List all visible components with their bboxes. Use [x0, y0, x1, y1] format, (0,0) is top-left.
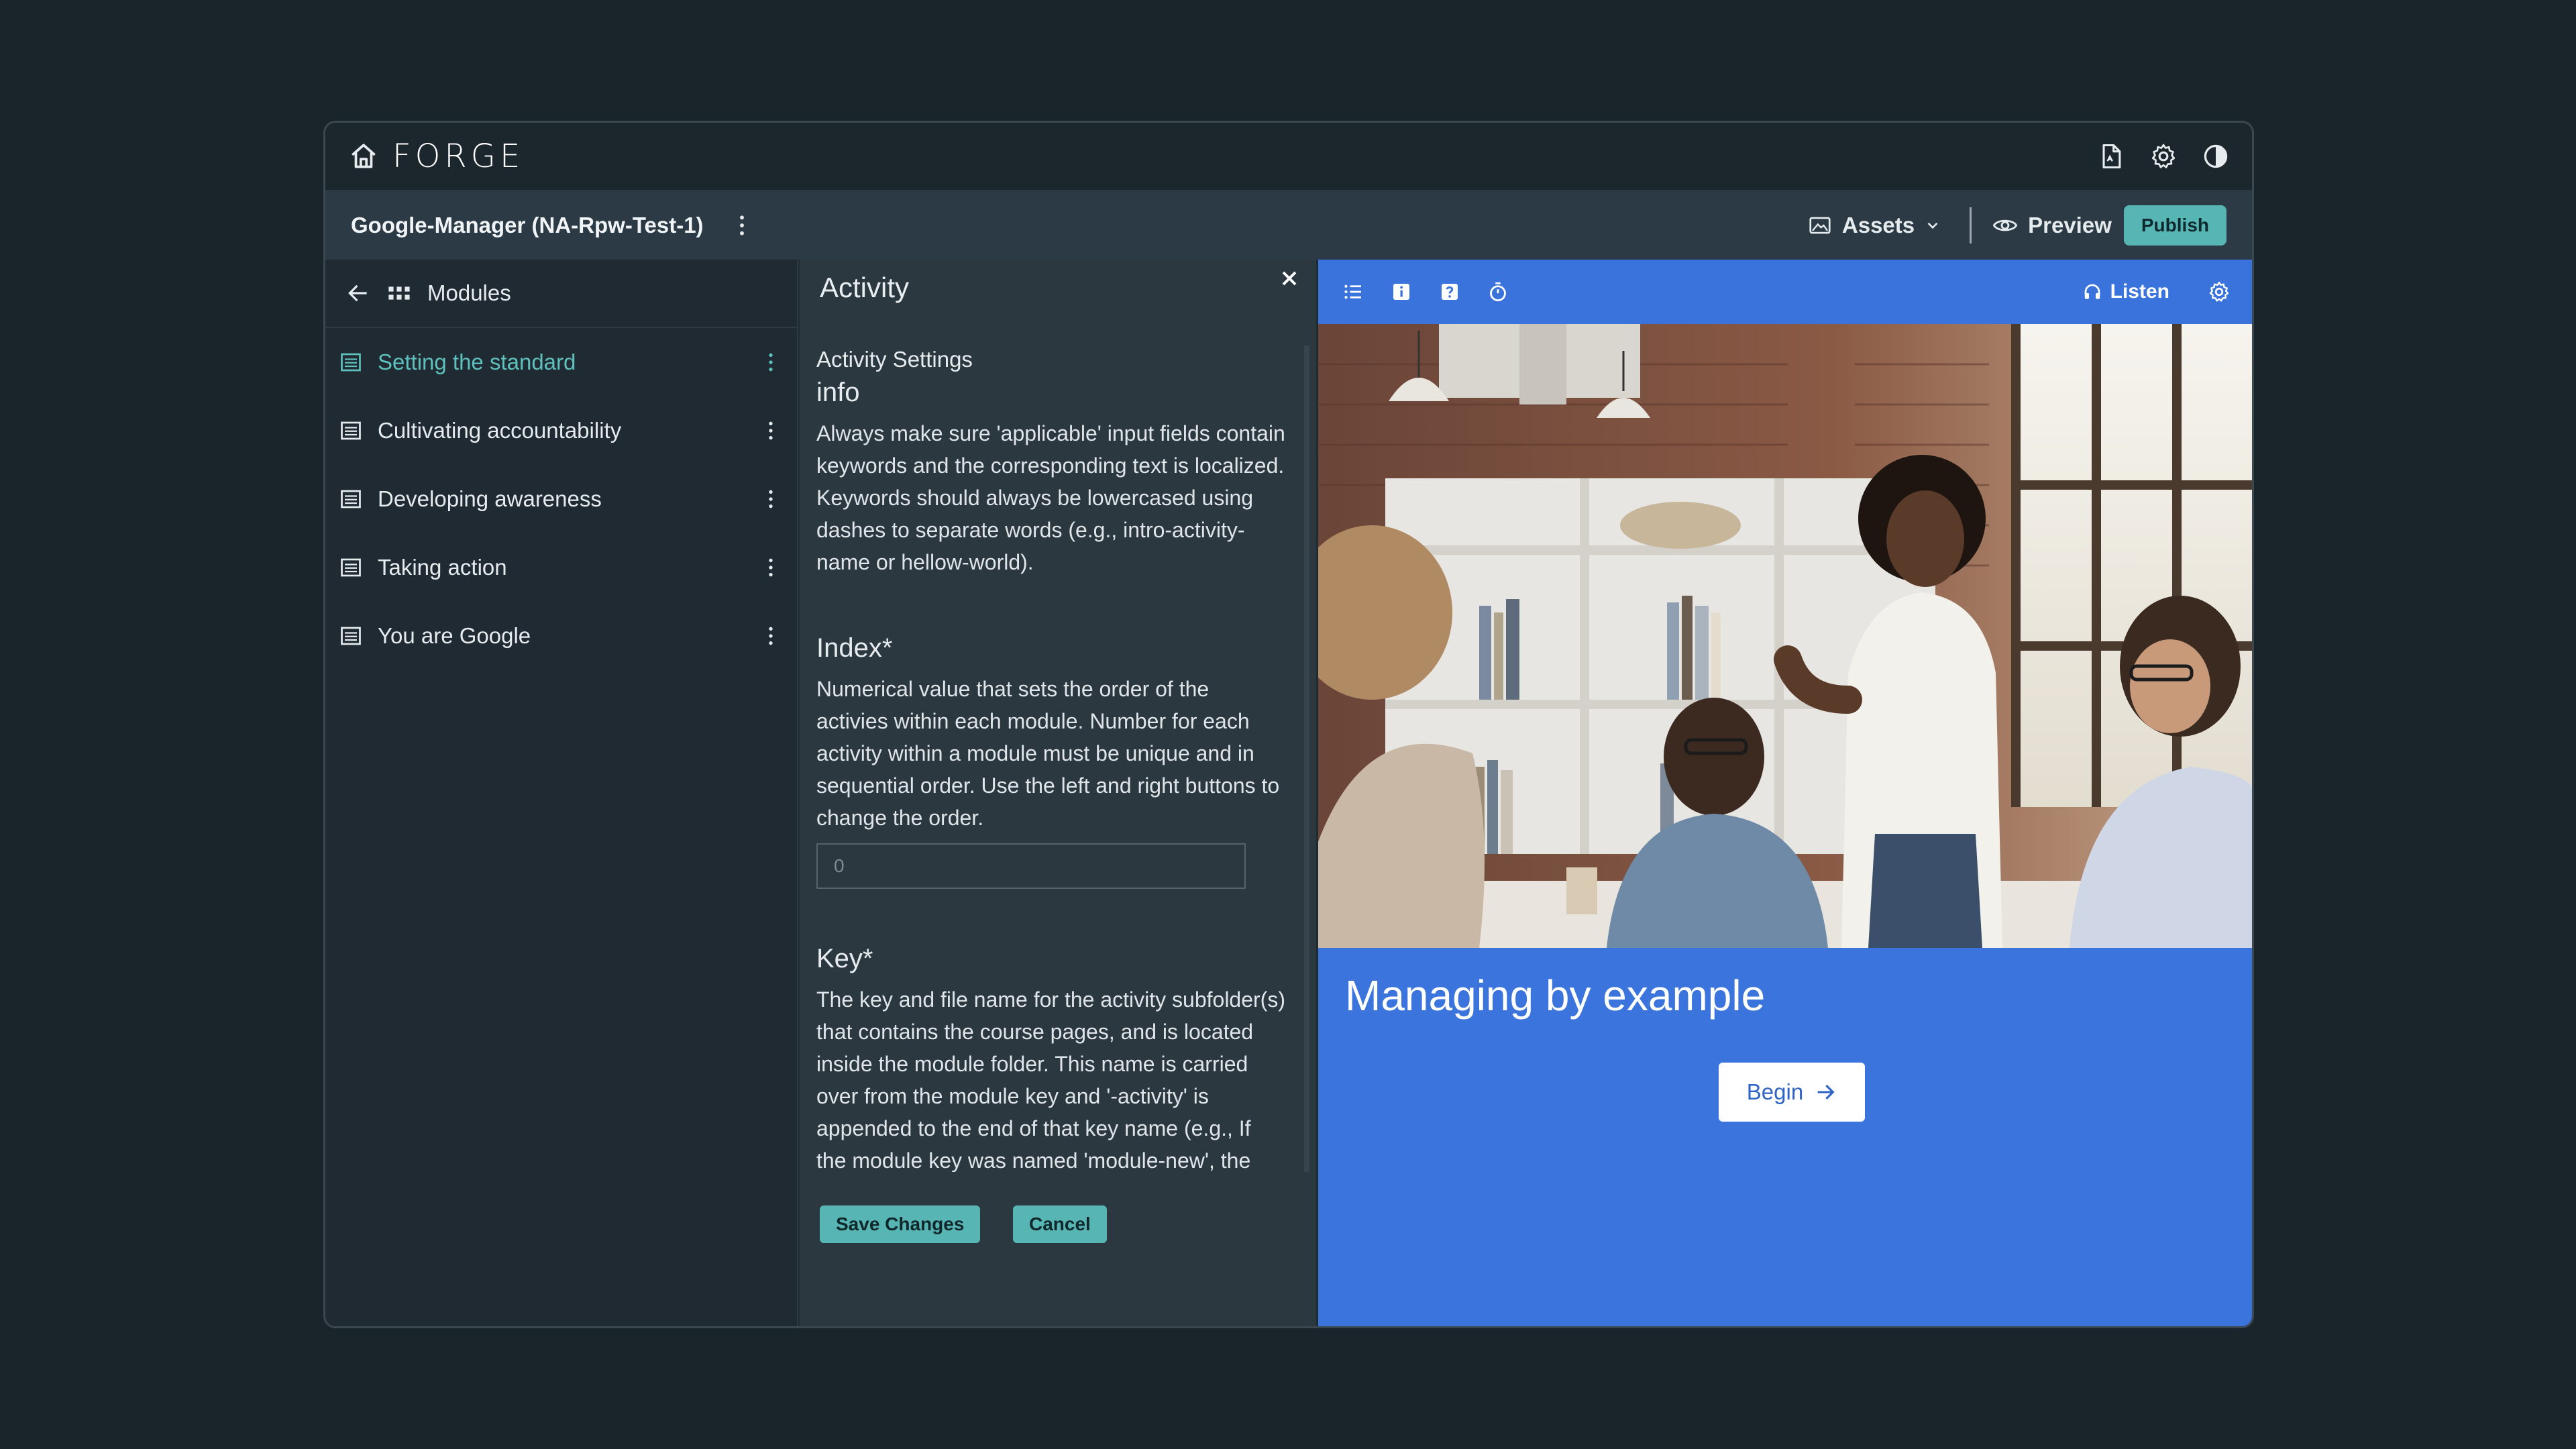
info-heading: info: [816, 378, 860, 407]
module-item-taking-action[interactable]: Taking action: [325, 533, 797, 602]
preview-toolbar: Listen: [1318, 260, 2252, 324]
assets-dropdown[interactable]: Assets: [1807, 213, 1941, 238]
publish-button[interactable]: Publish: [2123, 205, 2226, 246]
document-icon: [339, 487, 363, 511]
arrow-left-icon[interactable]: [345, 280, 371, 306]
project-bar: Google-Manager (NA-Rpw-Test-1) Assets Pr…: [325, 191, 2252, 260]
preview-button[interactable]: Preview: [1992, 212, 2112, 239]
assets-label: Assets: [1841, 213, 1915, 237]
document-icon: [339, 419, 363, 443]
module-menu-icon[interactable]: [766, 417, 775, 444]
modules-title: Modules: [427, 280, 511, 305]
chevron-down-icon: [1924, 217, 1941, 234]
preview-panel: Listen Managing by example Begin: [1316, 260, 2252, 1326]
begin-label: Begin: [1746, 1079, 1804, 1104]
activity-settings-form[interactable]: Activity Settings info Always make sure …: [816, 347, 1286, 1173]
module-menu-icon[interactable]: [766, 349, 775, 376]
listen-label: Listen: [2110, 280, 2169, 303]
activity-settings-panel: Activity Activity Settings info Always m…: [800, 260, 1316, 1326]
gear-icon[interactable]: [2149, 142, 2178, 171]
hero-title: Managing by example: [1345, 971, 1766, 1020]
app-logo: FORGE: [392, 138, 525, 175]
arrow-right-icon: [1814, 1081, 1837, 1104]
top-bar: FORGE: [325, 123, 2252, 191]
preview-label: Preview: [2028, 213, 2112, 237]
module-label: Developing awareness: [378, 486, 602, 511]
module-item-setting-the-standard[interactable]: Setting the standard: [325, 328, 797, 396]
form-footer: Save Changes Cancel: [800, 1172, 1316, 1326]
project-menu-icon[interactable]: [732, 211, 752, 240]
module-item-cultivating-accountability[interactable]: Cultivating accountability: [325, 396, 797, 465]
modules-header: Modules: [325, 260, 797, 328]
module-menu-icon[interactable]: [766, 554, 775, 581]
module-item-developing-awareness[interactable]: Developing awareness: [325, 465, 797, 533]
timer-icon[interactable]: [1486, 280, 1510, 304]
document-icon: [339, 555, 363, 580]
project-title: Google-Manager (NA-Rpw-Test-1): [351, 213, 704, 237]
key-heading: Key*: [816, 944, 873, 973]
module-label: Cultivating accountability: [378, 418, 622, 443]
key-description: The key and file name for the activity s…: [816, 987, 1285, 1173]
info-icon[interactable]: [1389, 280, 1413, 304]
close-icon[interactable]: [1277, 266, 1301, 290]
image-icon: [1807, 213, 1833, 238]
save-changes-button[interactable]: Save Changes: [820, 1205, 981, 1243]
app-window: FORGE Google-Manager (NA-Rpw-Test-1) Ass…: [323, 121, 2254, 1328]
activity-title: Activity: [820, 272, 910, 303]
file-pdf-icon[interactable]: [2096, 142, 2126, 171]
listen-button[interactable]: Listen: [2082, 280, 2169, 303]
cancel-button[interactable]: Cancel: [1013, 1205, 1107, 1243]
headphones-icon: [2082, 282, 2102, 302]
toolbar-divider: [1970, 207, 1972, 244]
home-icon[interactable]: [347, 140, 380, 173]
module-item-you-are-google[interactable]: You are Google: [325, 602, 797, 670]
document-icon: [339, 350, 363, 374]
preview-settings-icon[interactable]: [2207, 280, 2231, 304]
list-icon[interactable]: [1341, 280, 1365, 304]
grid-icon: [387, 283, 411, 303]
module-label: Taking action: [378, 555, 507, 580]
hero-image: [1318, 324, 2252, 948]
module-label: Setting the standard: [378, 350, 576, 374]
help-icon[interactable]: [1438, 280, 1462, 304]
module-label: You are Google: [378, 623, 531, 648]
eye-icon: [1992, 212, 2019, 239]
modules-panel: Modules Setting the standard Cultivating…: [325, 260, 798, 1326]
module-menu-icon[interactable]: [766, 486, 775, 513]
settings-scrollbar[interactable]: [1304, 345, 1309, 1172]
contrast-icon[interactable]: [2201, 142, 2231, 171]
info-description: Always make sure 'applicable' input fiel…: [816, 421, 1285, 574]
index-input[interactable]: 0: [816, 843, 1246, 889]
index-description: Numerical value that sets the order of t…: [816, 677, 1280, 830]
module-menu-icon[interactable]: [766, 623, 775, 649]
document-icon: [339, 624, 363, 648]
begin-button[interactable]: Begin: [1719, 1063, 1865, 1122]
index-heading: Index*: [816, 633, 893, 663]
activity-settings-label: Activity Settings: [816, 347, 973, 372]
